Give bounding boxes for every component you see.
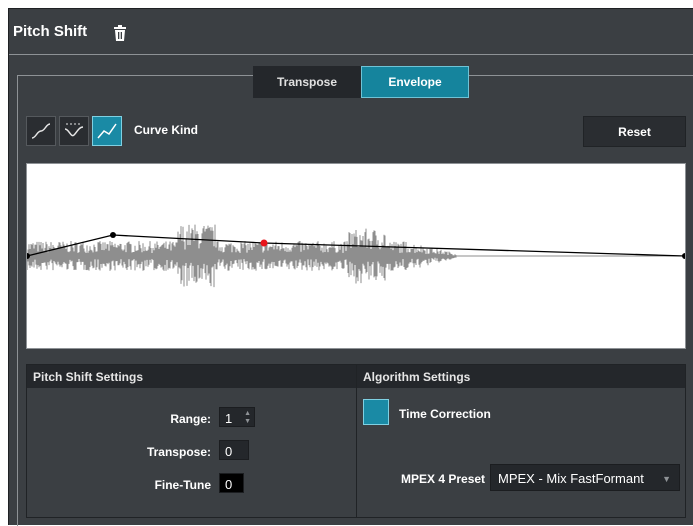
section-divider (356, 365, 357, 517)
curve-linear-button[interactable] (92, 116, 122, 146)
finetune-field[interactable]: 0 (219, 473, 244, 493)
envelope-node[interactable] (110, 232, 116, 238)
settings-section: Pitch Shift Settings Algorithm Settings … (26, 364, 686, 518)
time-correction-label: Time Correction (399, 407, 491, 421)
tab-envelope[interactable]: Envelope (361, 66, 469, 98)
envelope-node[interactable] (682, 253, 688, 259)
reset-button[interactable]: Reset (583, 116, 686, 147)
envelope-editor[interactable] (24, 163, 688, 349)
window-title: Pitch Shift (13, 23, 88, 40)
envelope-node-selected[interactable] (260, 239, 268, 247)
curve-spline-icon (31, 123, 51, 139)
range-stepper[interactable]: 1 ▲ ▼ (219, 407, 255, 427)
dropdown-arrow-icon: ▼ (662, 474, 671, 484)
curve-kind-label: Curve Kind (134, 123, 199, 137)
curve-damped-spline-button[interactable] (59, 116, 89, 146)
curve-linear-icon (97, 123, 117, 139)
pitch-shift-window: Pitch Shift Transpose Envelope Curve Kin… (8, 8, 693, 526)
mpex-preset-dropdown[interactable]: MPEX - Mix FastFormant ▼ (490, 464, 680, 491)
mpex-preset-value: MPEX - Mix FastFormant (498, 471, 644, 486)
range-value: 1 (225, 411, 233, 426)
transpose-label: Transpose: (146, 445, 211, 459)
transpose-field[interactable]: 0 (219, 440, 249, 460)
stepper-arrows-icon[interactable]: ▲ ▼ (244, 410, 251, 426)
transpose-value: 0 (225, 444, 233, 459)
time-correction-checkbox[interactable] (363, 399, 389, 425)
waveform-display[interactable] (24, 164, 688, 348)
tab-transpose[interactable]: Transpose (253, 66, 361, 98)
finetune-value: 0 (225, 477, 233, 492)
algorithm-settings-heading: Algorithm Settings (357, 365, 685, 388)
finetune-label: Fine-Tune (154, 478, 211, 492)
mpex-preset-label: MPEX 4 Preset (401, 472, 486, 486)
title-bar: Pitch Shift (9, 9, 693, 55)
tab-bar: Transpose Envelope (253, 66, 469, 98)
curve-spline-button[interactable] (26, 116, 56, 146)
trash-icon[interactable] (113, 25, 127, 41)
range-label: Range: (170, 412, 211, 426)
pitch-shift-settings-heading: Pitch Shift Settings (27, 365, 356, 388)
curve-damped-spline-icon (64, 123, 84, 137)
